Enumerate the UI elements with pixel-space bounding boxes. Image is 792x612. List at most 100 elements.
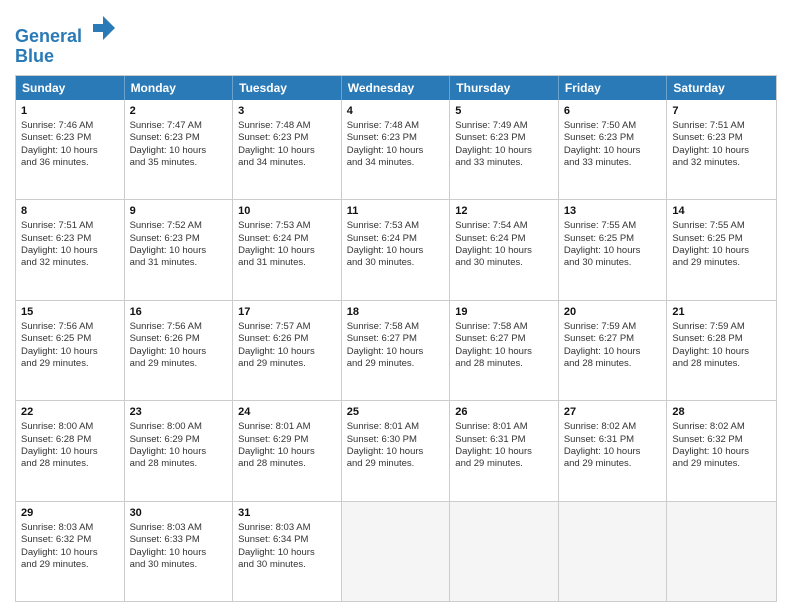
day-info-line: Sunset: 6:23 PM [238, 132, 336, 144]
day-info-line: and 29 minutes. [672, 458, 771, 470]
day-info-line: and 28 minutes. [130, 458, 228, 470]
day-cell-1: 1Sunrise: 7:46 AMSunset: 6:23 PMDaylight… [16, 100, 125, 199]
day-info-line: Sunrise: 7:57 AM [238, 321, 336, 333]
day-info-line: Sunrise: 7:53 AM [238, 220, 336, 232]
day-info-line: Sunset: 6:31 PM [564, 434, 662, 446]
empty-cell [342, 502, 451, 601]
day-cell-21: 21Sunrise: 7:59 AMSunset: 6:28 PMDayligh… [667, 301, 776, 400]
day-info-line: Sunset: 6:23 PM [564, 132, 662, 144]
day-info-line: and 31 minutes. [238, 257, 336, 269]
day-info-line: Sunrise: 7:59 AM [564, 321, 662, 333]
day-cell-9: 9Sunrise: 7:52 AMSunset: 6:23 PMDaylight… [125, 200, 234, 299]
day-info-line: Sunset: 6:27 PM [564, 333, 662, 345]
day-info-line: Sunset: 6:23 PM [21, 132, 119, 144]
day-cell-14: 14Sunrise: 7:55 AMSunset: 6:25 PMDayligh… [667, 200, 776, 299]
header: General Blue [15, 10, 777, 67]
day-info-line: and 29 minutes. [347, 358, 445, 370]
empty-cell [450, 502, 559, 601]
day-info-line: Daylight: 10 hours [347, 446, 445, 458]
day-info-line: and 30 minutes. [130, 559, 228, 571]
day-info-line: Daylight: 10 hours [130, 446, 228, 458]
day-number: 9 [130, 204, 228, 218]
day-info-line: and 36 minutes. [21, 157, 119, 169]
day-info-line: Sunset: 6:34 PM [238, 534, 336, 546]
day-info-line: Daylight: 10 hours [238, 446, 336, 458]
day-info-line: Sunset: 6:32 PM [672, 434, 771, 446]
day-number: 12 [455, 204, 553, 218]
day-info-line: Sunrise: 7:55 AM [564, 220, 662, 232]
day-info-line: Sunrise: 7:58 AM [347, 321, 445, 333]
day-cell-15: 15Sunrise: 7:56 AMSunset: 6:25 PMDayligh… [16, 301, 125, 400]
header-day-thursday: Thursday [450, 76, 559, 100]
day-cell-10: 10Sunrise: 7:53 AMSunset: 6:24 PMDayligh… [233, 200, 342, 299]
day-info-line: Sunrise: 7:50 AM [564, 120, 662, 132]
day-info-line: Sunset: 6:23 PM [21, 233, 119, 245]
day-cell-20: 20Sunrise: 7:59 AMSunset: 6:27 PMDayligh… [559, 301, 668, 400]
day-cell-16: 16Sunrise: 7:56 AMSunset: 6:26 PMDayligh… [125, 301, 234, 400]
day-info-line: and 29 minutes. [347, 458, 445, 470]
day-info-line: Daylight: 10 hours [564, 446, 662, 458]
day-info-line: Sunset: 6:27 PM [347, 333, 445, 345]
calendar-row-4: 29Sunrise: 8:03 AMSunset: 6:32 PMDayligh… [16, 502, 776, 601]
day-info-line: Daylight: 10 hours [238, 346, 336, 358]
day-number: 2 [130, 104, 228, 118]
day-info-line: and 29 minutes. [564, 458, 662, 470]
day-info-line: Sunset: 6:32 PM [21, 534, 119, 546]
day-info-line: Sunset: 6:28 PM [21, 434, 119, 446]
day-info-line: Sunrise: 7:56 AM [130, 321, 228, 333]
day-cell-2: 2Sunrise: 7:47 AMSunset: 6:23 PMDaylight… [125, 100, 234, 199]
day-cell-27: 27Sunrise: 8:02 AMSunset: 6:31 PMDayligh… [559, 401, 668, 500]
day-info-line: Daylight: 10 hours [672, 346, 771, 358]
day-info-line: Daylight: 10 hours [130, 145, 228, 157]
day-cell-5: 5Sunrise: 7:49 AMSunset: 6:23 PMDaylight… [450, 100, 559, 199]
header-day-wednesday: Wednesday [342, 76, 451, 100]
day-cell-4: 4Sunrise: 7:48 AMSunset: 6:23 PMDaylight… [342, 100, 451, 199]
day-number: 30 [130, 506, 228, 520]
day-info-line: Daylight: 10 hours [672, 145, 771, 157]
day-info-line: Sunrise: 8:00 AM [21, 421, 119, 433]
day-info-line: and 28 minutes. [455, 358, 553, 370]
page: General Blue SundayMondayTuesdayWednesda… [0, 0, 792, 612]
day-info-line: and 29 minutes. [672, 257, 771, 269]
day-info-line: Daylight: 10 hours [455, 346, 553, 358]
day-info-line: Sunrise: 7:49 AM [455, 120, 553, 132]
day-info-line: Sunrise: 7:48 AM [238, 120, 336, 132]
day-info-line: Sunrise: 7:52 AM [130, 220, 228, 232]
day-number: 17 [238, 305, 336, 319]
day-number: 22 [21, 405, 119, 419]
day-info-line: Sunset: 6:31 PM [455, 434, 553, 446]
day-info-line: and 29 minutes. [238, 358, 336, 370]
day-info-line: Daylight: 10 hours [21, 547, 119, 559]
day-info-line: Sunset: 6:24 PM [347, 233, 445, 245]
day-info-line: Sunset: 6:29 PM [238, 434, 336, 446]
day-info-line: Sunset: 6:29 PM [130, 434, 228, 446]
day-info-line: Sunrise: 7:59 AM [672, 321, 771, 333]
day-info-line: and 30 minutes. [238, 559, 336, 571]
day-info-line: Daylight: 10 hours [21, 346, 119, 358]
day-info-line: Daylight: 10 hours [672, 245, 771, 257]
day-info-line: Sunrise: 7:56 AM [21, 321, 119, 333]
day-info-line: Daylight: 10 hours [21, 446, 119, 458]
day-info-line: and 28 minutes. [672, 358, 771, 370]
header-day-saturday: Saturday [667, 76, 776, 100]
day-cell-31: 31Sunrise: 8:03 AMSunset: 6:34 PMDayligh… [233, 502, 342, 601]
day-number: 10 [238, 204, 336, 218]
day-info-line: and 32 minutes. [672, 157, 771, 169]
day-info-line: Sunset: 6:24 PM [238, 233, 336, 245]
day-info-line: and 28 minutes. [21, 458, 119, 470]
day-info-line: Daylight: 10 hours [455, 145, 553, 157]
day-info-line: Sunset: 6:23 PM [672, 132, 771, 144]
day-info-line: Daylight: 10 hours [564, 346, 662, 358]
header-day-monday: Monday [125, 76, 234, 100]
day-info-line: Daylight: 10 hours [347, 346, 445, 358]
day-info-line: and 35 minutes. [130, 157, 228, 169]
day-info-line: Daylight: 10 hours [130, 547, 228, 559]
day-number: 31 [238, 506, 336, 520]
day-number: 5 [455, 104, 553, 118]
day-number: 18 [347, 305, 445, 319]
day-info-line: Daylight: 10 hours [130, 346, 228, 358]
day-info-line: and 29 minutes. [21, 358, 119, 370]
day-info-line: and 28 minutes. [564, 358, 662, 370]
empty-cell [667, 502, 776, 601]
day-info-line: Sunrise: 7:51 AM [672, 120, 771, 132]
